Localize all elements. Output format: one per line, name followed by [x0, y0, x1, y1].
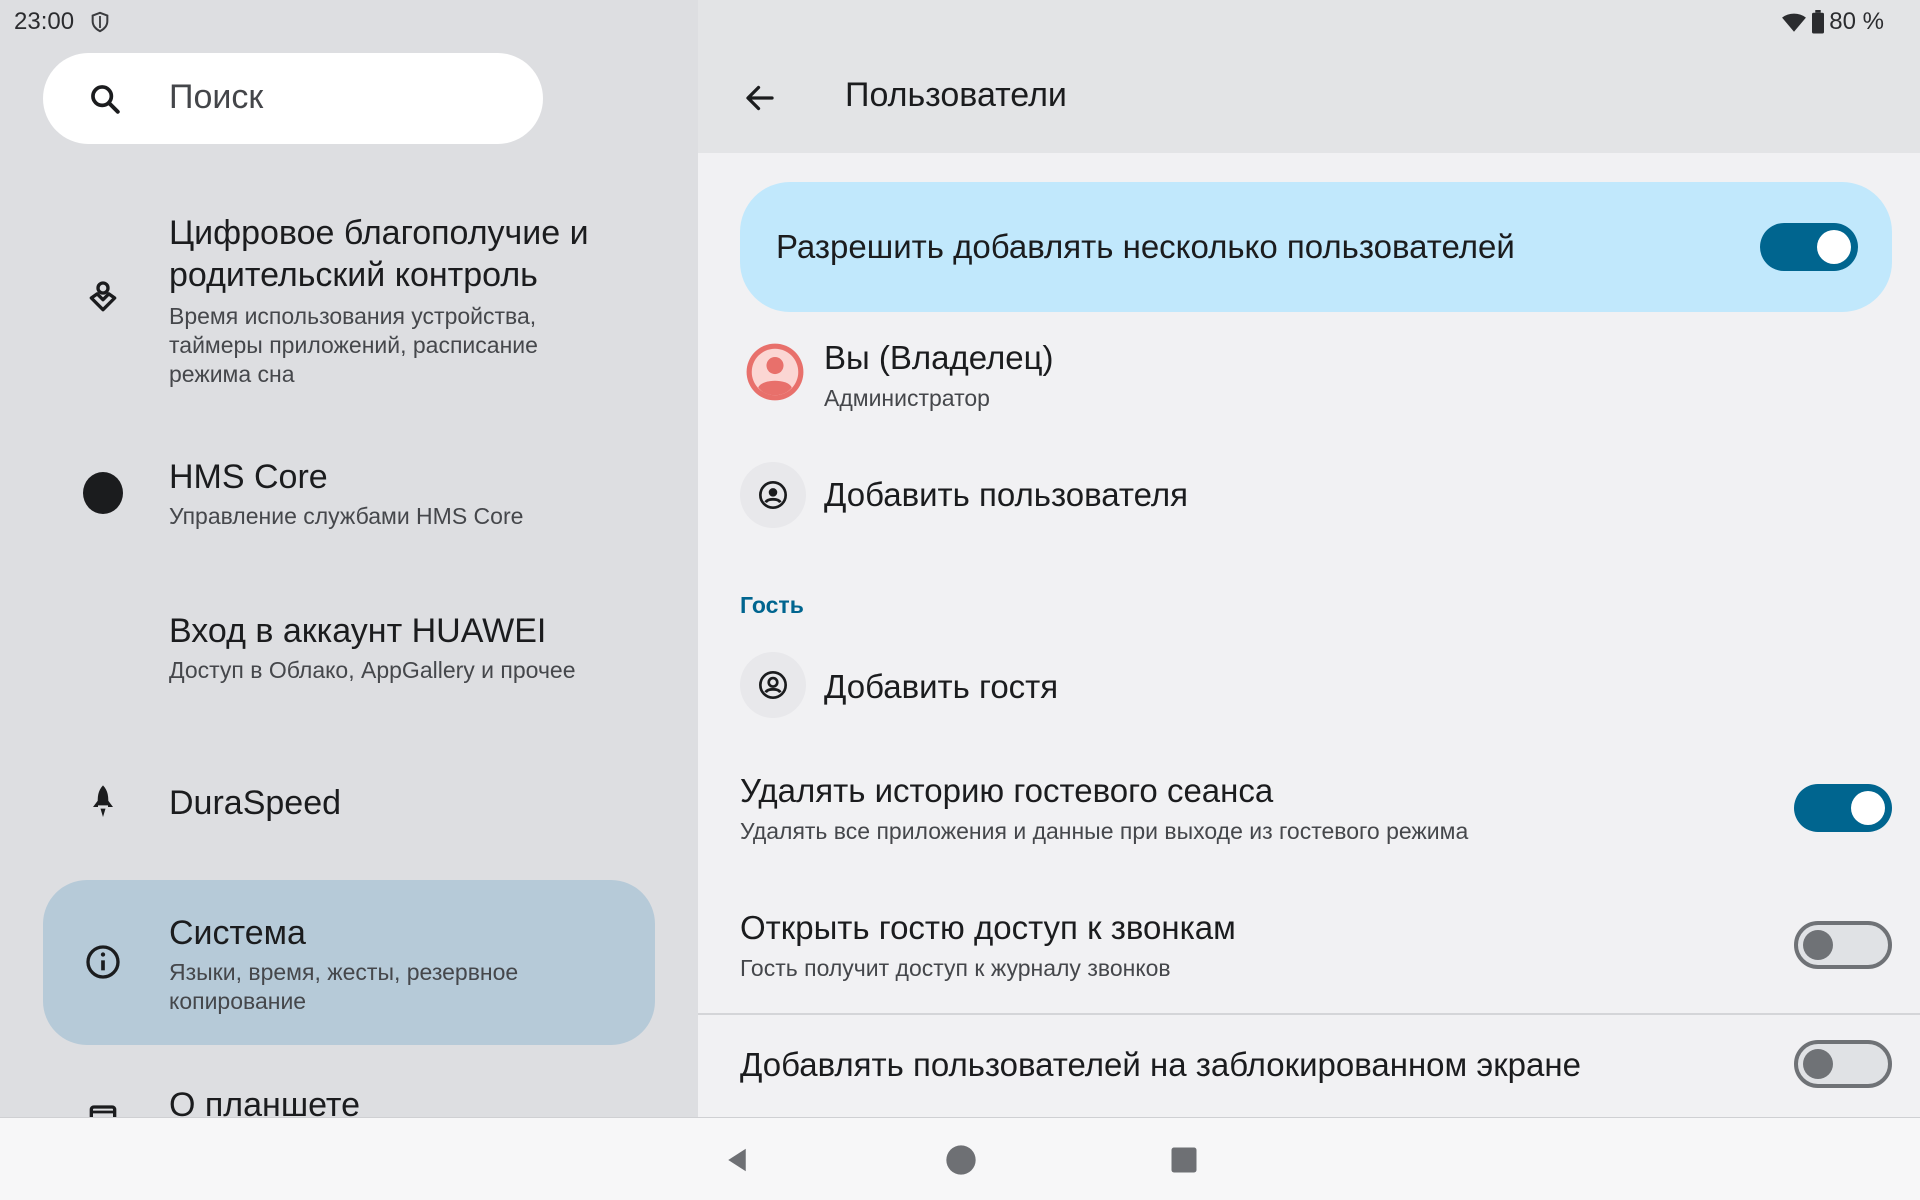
- status-time: 23:00: [14, 8, 75, 35]
- recents-nav-icon[interactable]: [1169, 1145, 1199, 1175]
- toggle-knob: [1803, 930, 1833, 960]
- home-nav-icon[interactable]: [945, 1144, 977, 1176]
- settings-sidebar: 23:00 Поиск Цифровое благополучие и роди…: [0, 0, 698, 1117]
- page-title: Пользователи: [845, 76, 1067, 114]
- sidebar-item-subtitle: Языки, время, жесты, резервное: [169, 959, 519, 985]
- guest-calls-row[interactable]: Открыть гостю доступ к звонкам Гость пол…: [740, 907, 1892, 1007]
- banner-label: Разрешить добавлять несколько пользовате…: [776, 228, 1515, 265]
- battery-percent: 80 %: [1829, 8, 1884, 35]
- allow-multiple-users-toggle[interactable]: [1760, 223, 1858, 271]
- add-guest-row[interactable]: Добавить гостя: [740, 652, 1892, 722]
- wifi-icon: [1782, 13, 1807, 32]
- search-bar[interactable]: Поиск: [43, 53, 543, 144]
- search-input[interactable]: Поиск: [169, 78, 263, 117]
- guest-section-label: Гость: [740, 592, 804, 618]
- sidebar-item-subtitle: режима сна: [169, 361, 295, 387]
- add-user-row[interactable]: Добавить пользователя: [740, 460, 1892, 530]
- divider: [698, 1013, 1920, 1015]
- wellbeing-icon: [89, 281, 117, 312]
- add-user-icon-wrap: [740, 462, 806, 528]
- account-circle-icon: [759, 481, 787, 509]
- toggle-knob: [1817, 230, 1851, 264]
- sidebar-item-title: Система: [169, 914, 306, 952]
- delete-history-title: Удалять историю гостевого сеанса: [740, 772, 1274, 809]
- delete-guest-history-row[interactable]: Удалять историю гостевого сеанса Удалять…: [740, 770, 1892, 870]
- status-indicators: 80 %: [1781, 8, 1884, 36]
- user-owner-row[interactable]: Вы (Владелец) Администратор: [740, 335, 1892, 435]
- sidebar-item-subtitle: Доступ в Облако, AppGallery и прочее: [169, 657, 576, 683]
- hms-core-icon: [83, 472, 123, 514]
- sidebar-item-about-tablet[interactable]: О планшете: [43, 1080, 655, 1117]
- guest-calls-toggle[interactable]: [1794, 921, 1892, 969]
- sidebar-item-title: DuraSpeed: [169, 784, 342, 822]
- lockscreen-users-row[interactable]: Добавлять пользователей на заблокированн…: [740, 1036, 1892, 1106]
- owner-role: Администратор: [824, 385, 990, 411]
- sidebar-item-subtitle: Управление службами HMS Core: [169, 503, 524, 529]
- toggle-knob: [1803, 1049, 1833, 1079]
- avatar-icon: [746, 343, 804, 401]
- lockscreen-users-title: Добавлять пользователей на заблокированн…: [740, 1046, 1581, 1083]
- tablet-icon: [89, 1105, 117, 1117]
- sidebar-item-huawei-account[interactable]: Вход в аккаунт HUAWEI Доступ в Облако, A…: [43, 602, 655, 712]
- sidebar-item-title: О планшете: [169, 1086, 360, 1117]
- shield-icon: [91, 11, 109, 33]
- sidebar-item-subtitle: копирование: [169, 988, 307, 1014]
- sidebar-item-title: Цифровое благополучие и: [169, 214, 589, 252]
- sidebar-item-subtitle: Время использования устройства,: [169, 303, 537, 329]
- sidebar-item-wellbeing[interactable]: Цифровое благополучие и родительский кон…: [43, 200, 655, 400]
- owner-name: Вы (Владелец): [824, 339, 1054, 376]
- toggle-knob: [1851, 791, 1885, 825]
- add-user-label: Добавить пользователя: [824, 476, 1188, 513]
- delete-history-toggle[interactable]: [1794, 784, 1892, 832]
- sidebar-item-system[interactable]: Система Языки, время, жесты, резервное к…: [43, 880, 655, 1045]
- back-arrow-icon[interactable]: [742, 80, 778, 116]
- guest-calls-subtitle: Гость получит доступ к журналу звонков: [740, 955, 1171, 981]
- sidebar-item-title: HMS Core: [169, 458, 328, 496]
- info-icon: [86, 945, 120, 979]
- battery-icon: [1812, 10, 1825, 34]
- sidebar-item-title: Вход в аккаунт HUAWEI: [169, 612, 547, 650]
- rocket-icon: [93, 785, 113, 817]
- sidebar-item-duraspeed[interactable]: DuraSpeed: [43, 762, 655, 846]
- lockscreen-users-toggle[interactable]: [1794, 1040, 1892, 1088]
- sidebar-item-subtitle: таймеры приложений, расписание: [169, 332, 538, 358]
- sidebar-item-hms-core[interactable]: HMS Core Управление службами HMS Core: [43, 448, 655, 558]
- sidebar-item-title: родительский контроль: [169, 256, 538, 294]
- add-guest-icon-wrap: [740, 652, 806, 718]
- add-guest-label: Добавить гостя: [824, 668, 1059, 705]
- guest-calls-title: Открыть гостю доступ к звонкам: [740, 909, 1236, 946]
- delete-history-subtitle: Удалять все приложения и данные при выхо…: [740, 818, 1469, 844]
- account-circle-icon: [759, 671, 787, 699]
- back-nav-icon[interactable]: [722, 1144, 752, 1176]
- allow-multiple-users-banner[interactable]: Разрешить добавлять несколько пользовате…: [740, 182, 1892, 312]
- system-navigation-bar: [0, 1117, 1920, 1200]
- search-icon: [91, 85, 120, 114]
